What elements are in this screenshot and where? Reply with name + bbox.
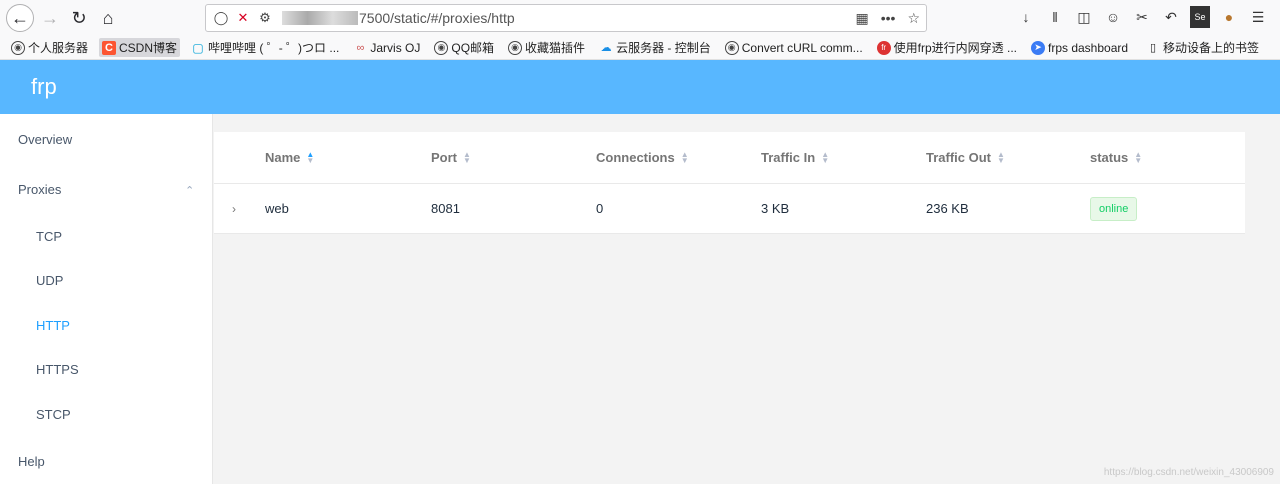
qr-code-icon[interactable]: ▦ [855, 10, 868, 27]
app-header: frp [0, 60, 1280, 114]
undo-icon[interactable]: ↶ [1161, 6, 1181, 28]
insecure-lock-icon[interactable]: ✕ [234, 10, 252, 26]
cookie-icon[interactable]: ● [1219, 6, 1239, 28]
cell-traffic-in: 3 KB [761, 201, 790, 216]
blurred-host [282, 11, 358, 25]
bookmark-item[interactable]: fr 使用frp进行内网穿透 ... [874, 38, 1020, 57]
forward-icon[interactable]: → [37, 5, 63, 31]
globe-icon: ◉ [724, 40, 739, 55]
sidebar-item-overview[interactable]: Overview [0, 114, 212, 164]
sidebar-item-udp[interactable]: UDP [0, 259, 212, 304]
page-actions-icon[interactable]: ••• [881, 10, 896, 26]
column-header-connections[interactable]: Connections ▲ ▼ [596, 150, 761, 165]
table-row[interactable]: › web 8081 0 3 KB 236 KB online [214, 184, 1245, 234]
sort-icon[interactable]: ▲ ▼ [306, 150, 314, 164]
sidebar-item-tcp[interactable]: TCP [0, 214, 212, 259]
shield-icon[interactable]: ◯ [212, 10, 230, 26]
main-content: Name ▲ ▼ Port ▲ ▼ Connections ▲ ▼ Traffic I… [213, 114, 1280, 484]
bookmark-item[interactable]: C CSDN博客 [99, 38, 181, 57]
jarvis-icon: ∞ [356, 41, 365, 54]
bookmark-item[interactable]: ◉ 个人服务器 [8, 38, 91, 57]
bookmark-item[interactable]: ▢ 哔哩哔哩 ( ゜- ゜)つロ ... [188, 38, 342, 57]
mobile-icon: ▯ [1149, 42, 1157, 54]
back-icon[interactable]: ← [6, 4, 34, 32]
sort-icon[interactable]: ▲ ▼ [681, 150, 689, 164]
download-icon[interactable]: ↓ [1016, 6, 1036, 28]
mobile-bookmarks[interactable]: ▯ 移动设备上的书签 [1143, 38, 1262, 57]
url-bar[interactable]: ◯ ✕ ⚙ 7500/static/#/proxies/http ▦ ••• ☆ [205, 4, 927, 32]
chevron-up-icon: ⌄ [184, 182, 194, 195]
sort-icon[interactable]: ▲ ▼ [821, 150, 829, 164]
screenshot-icon[interactable]: ✂ [1132, 6, 1152, 28]
bookmark-item[interactable]: ☁ 云服务器 - 控制台 [596, 38, 714, 57]
frp-icon: fr [876, 40, 891, 55]
permissions-icon[interactable]: ⚙ [256, 10, 274, 26]
table-header: Name ▲ ▼ Port ▲ ▼ Connections ▲ ▼ Traffic I… [214, 132, 1245, 184]
frps-icon: ➤ [1031, 40, 1045, 55]
cell-traffic-out: 236 KB [926, 201, 969, 216]
globe-icon: ◉ [434, 40, 449, 55]
column-header-port[interactable]: Port ▲ ▼ [431, 150, 596, 165]
sidebar-item-proxies[interactable]: Proxies ⌄ [0, 164, 212, 214]
sort-icon[interactable]: ▲ ▼ [1134, 150, 1142, 164]
bili-icon: ▢ [192, 40, 204, 55]
selenium-icon[interactable]: Se [1190, 6, 1210, 28]
library-icon[interactable]: ‖ [1045, 6, 1065, 28]
bookmarks-bar: ◉ 个人服务器 C CSDN博客 ▢ 哔哩哔哩 ( ゜- ゜)つロ ... ∞ Jarvis … [0, 36, 1280, 60]
bookmark-item[interactable]: ◉ Convert cURL comm... [722, 40, 866, 56]
sort-icon[interactable]: ▲ ▼ [463, 150, 471, 164]
sidebar-item-https[interactable]: HTTPS [0, 348, 212, 393]
sort-icon[interactable]: ▲ ▼ [997, 150, 1005, 164]
sidebar-icon[interactable]: ◫ [1074, 6, 1094, 28]
expand-chevron-icon[interactable]: › [214, 202, 265, 216]
column-header-status[interactable]: status ▲ ▼ [1090, 150, 1245, 165]
account-icon[interactable]: ☺ [1103, 6, 1123, 28]
bookmark-item[interactable]: ◉ QQ邮箱 [431, 38, 497, 57]
app-logo[interactable]: frp [31, 74, 57, 100]
cloud-icon: ☁ [600, 42, 612, 54]
reload-icon[interactable]: ↻ [66, 5, 92, 31]
cell-name: web [265, 201, 289, 216]
watermark: https://blog.csdn.net/weixin_43006909 [1103, 467, 1274, 478]
bookmark-star-icon[interactable]: ☆ [907, 10, 920, 27]
sidebar-item-help[interactable]: Help [0, 437, 212, 484]
column-header-traffic-out[interactable]: Traffic Out ▲ ▼ [926, 150, 1090, 165]
status-badge: online [1090, 196, 1138, 221]
bookmark-item[interactable]: ➤ frps dashboard [1028, 40, 1131, 56]
cell-connections: 0 [596, 201, 604, 216]
menu-icon[interactable]: ☰ [1248, 6, 1268, 28]
proxies-table: Name ▲ ▼ Port ▲ ▼ Connections ▲ ▼ Traffic I… [214, 132, 1245, 234]
column-header-traffic-in[interactable]: Traffic In ▲ ▼ [761, 150, 926, 165]
csdn-icon: C [102, 40, 117, 55]
globe-icon: ◉ [11, 40, 25, 55]
column-header-name[interactable]: Name ▲ ▼ [265, 150, 431, 165]
home-icon[interactable]: ⌂ [95, 5, 121, 31]
bookmark-item[interactable]: ◉ 收藏猫插件 [505, 38, 588, 57]
bookmark-item[interactable]: ∞ Jarvis OJ [350, 40, 423, 56]
browser-toolbar: ← → ↻ ⌂ ◯ ✕ ⚙ 7500/static/#/proxies/http… [0, 0, 1280, 36]
url-text[interactable]: 7500/static/#/proxies/http [359, 10, 515, 26]
sidebar-item-http[interactable]: HTTP [0, 303, 212, 348]
sidebar: Overview Proxies ⌄ TCP UDP HTTP HTTPS ST… [0, 114, 213, 484]
globe-icon: ◉ [508, 40, 523, 55]
sidebar-item-stcp[interactable]: STCP [0, 392, 212, 437]
cell-port: 8081 [431, 201, 460, 216]
